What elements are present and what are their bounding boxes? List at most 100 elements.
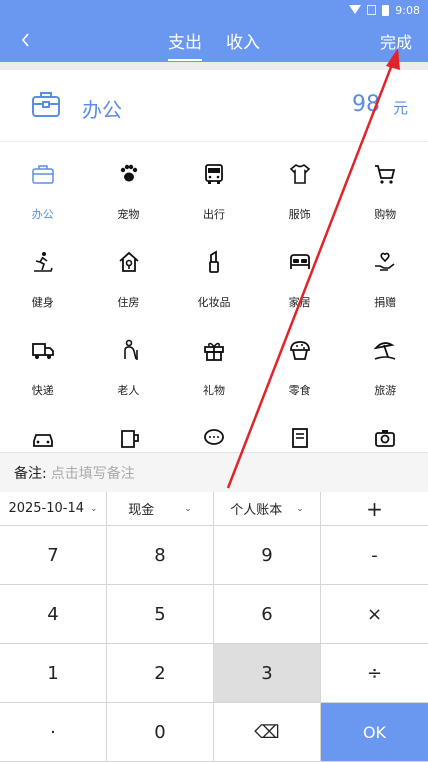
category-item[interactable]: 住房 (86, 230, 172, 318)
header-divider (0, 62, 428, 70)
elder-icon (123, 339, 138, 360)
key-2[interactable]: 2 (107, 644, 214, 703)
gift-icon (204, 342, 225, 361)
car-icon (33, 434, 53, 447)
shirt-icon (289, 163, 310, 184)
category-label: 礼物 (202, 384, 225, 397)
category-label: 捐赠 (374, 296, 397, 309)
signal-icon (367, 5, 377, 15)
done-button[interactable]: 完成 (380, 29, 412, 53)
amount-display: 98 (352, 92, 380, 117)
briefcase-icon (32, 165, 54, 184)
category-item[interactable] (342, 406, 428, 450)
ok-button[interactable]: OK (321, 703, 428, 762)
category-item[interactable]: 旅游 (342, 318, 428, 406)
selected-category-name: 办公 (82, 98, 122, 122)
key-4[interactable]: 4 (0, 585, 107, 644)
cup-icon (120, 430, 139, 448)
book-value: 个人账本 (230, 503, 283, 518)
remark-field[interactable]: 备注: 点击填写备注 (0, 452, 428, 492)
backspace-key[interactable]: ⌫ (214, 703, 321, 762)
key-9[interactable]: 9 (214, 526, 321, 585)
account-selector[interactable]: 现金 ⌄ (107, 492, 214, 526)
category-item[interactable] (171, 406, 257, 450)
chevron-down-icon: ⌄ (90, 503, 98, 514)
category-item[interactable]: 礼物 (171, 318, 257, 406)
category-item[interactable]: 服饰 (257, 142, 343, 230)
key-3[interactable]: 3 (214, 644, 321, 703)
category-grid: 办公 宠物 出行 服饰 购物健身 住房 化妆品 家居 捐赠快递 老人 礼物 零食 旅游 (0, 142, 428, 450)
category-label: 家居 (288, 296, 311, 309)
category-label: 住房 (117, 296, 140, 309)
key-5[interactable]: 5 (107, 585, 214, 644)
bed-icon (289, 254, 310, 269)
key-6[interactable]: 6 (214, 585, 321, 644)
category-label: 旅游 (374, 384, 397, 397)
amount-unit: 元 (392, 99, 408, 117)
category-item[interactable]: 健身 (0, 230, 86, 318)
bus-icon (205, 164, 224, 184)
book-selector[interactable]: 个人账本 ⌄ (214, 492, 321, 526)
book-icon (291, 428, 308, 448)
category-item[interactable]: 出行 (171, 142, 257, 230)
remark-placeholder: 点击填写备注 (50, 465, 135, 482)
key-8[interactable]: 8 (107, 526, 214, 585)
category-item[interactable]: 快递 (0, 318, 86, 406)
plus-key[interactable]: + (321, 492, 428, 526)
category-item[interactable]: 家居 (257, 230, 343, 318)
category-item[interactable] (257, 406, 343, 450)
category-label: 办公 (31, 208, 54, 221)
multiply-key[interactable]: × (321, 585, 428, 644)
category-label: 健身 (31, 296, 54, 309)
category-label: 老人 (117, 384, 140, 397)
category-label: 购物 (374, 208, 397, 221)
tab-income[interactable]: 收入 (226, 28, 260, 61)
category-item[interactable]: 老人 (86, 318, 172, 406)
category-item[interactable]: 购物 (342, 142, 428, 230)
category-label: 出行 (202, 208, 225, 221)
category-item[interactable]: 化妆品 (171, 230, 257, 318)
donate-heart-icon (375, 252, 395, 271)
date-selector[interactable]: 2025-10-14 ⌄ (0, 492, 107, 526)
camera-icon (375, 430, 396, 447)
category-label: 零食 (288, 384, 311, 397)
paw-icon (120, 164, 137, 182)
account-value: 现金 (128, 503, 155, 518)
divide-key[interactable]: ÷ (321, 644, 428, 703)
lipstick-icon (209, 250, 220, 273)
truck-icon (32, 343, 54, 359)
battery-icon (382, 4, 390, 16)
house-icon (118, 251, 139, 272)
dot-key[interactable]: · (0, 703, 107, 762)
status-bar: 9:08 (0, 0, 428, 20)
wifi-icon (349, 5, 362, 15)
top-header: 支出 收入 完成 (0, 20, 428, 62)
minus-key[interactable]: - (321, 526, 428, 585)
category-item[interactable]: 捐赠 (342, 230, 428, 318)
status-time: 9:08 (395, 3, 420, 17)
category-label: 快递 (31, 384, 54, 397)
treadmill-icon (34, 252, 53, 272)
category-item[interactable] (0, 406, 86, 450)
date-value: 2025-10-14 (8, 501, 84, 516)
selected-category-bar: 办公 98 元 (0, 70, 428, 142)
category-label: 化妆品 (197, 296, 231, 309)
key-7[interactable]: 7 (0, 526, 107, 585)
key-0[interactable]: 0 (107, 703, 214, 762)
type-tabs: 支出 收入 (0, 28, 428, 61)
category-item[interactable] (86, 406, 172, 450)
remark-label: 备注: (14, 465, 47, 482)
category-label: 宠物 (117, 208, 140, 221)
beach-umbrella-icon (373, 342, 396, 360)
category-item[interactable]: 办公 (0, 142, 86, 230)
tab-expense[interactable]: 支出 (168, 28, 202, 61)
chevron-down-icon: ⌄ (296, 503, 304, 514)
chat-icon (204, 429, 225, 445)
chevron-down-icon: ⌄ (184, 503, 192, 514)
category-label: 服饰 (288, 208, 311, 221)
category-item[interactable]: 零食 (257, 318, 343, 406)
key-1[interactable]: 1 (0, 644, 107, 703)
keypad: 2025-10-14 ⌄ 现金 ⌄ 个人账本 ⌄ + 7 8 9- 4 5 6 × 1 2 3 ÷ · 0 ⌫ O… (0, 492, 428, 762)
cart-icon (375, 165, 396, 184)
category-item[interactable]: 宠物 (86, 142, 172, 230)
